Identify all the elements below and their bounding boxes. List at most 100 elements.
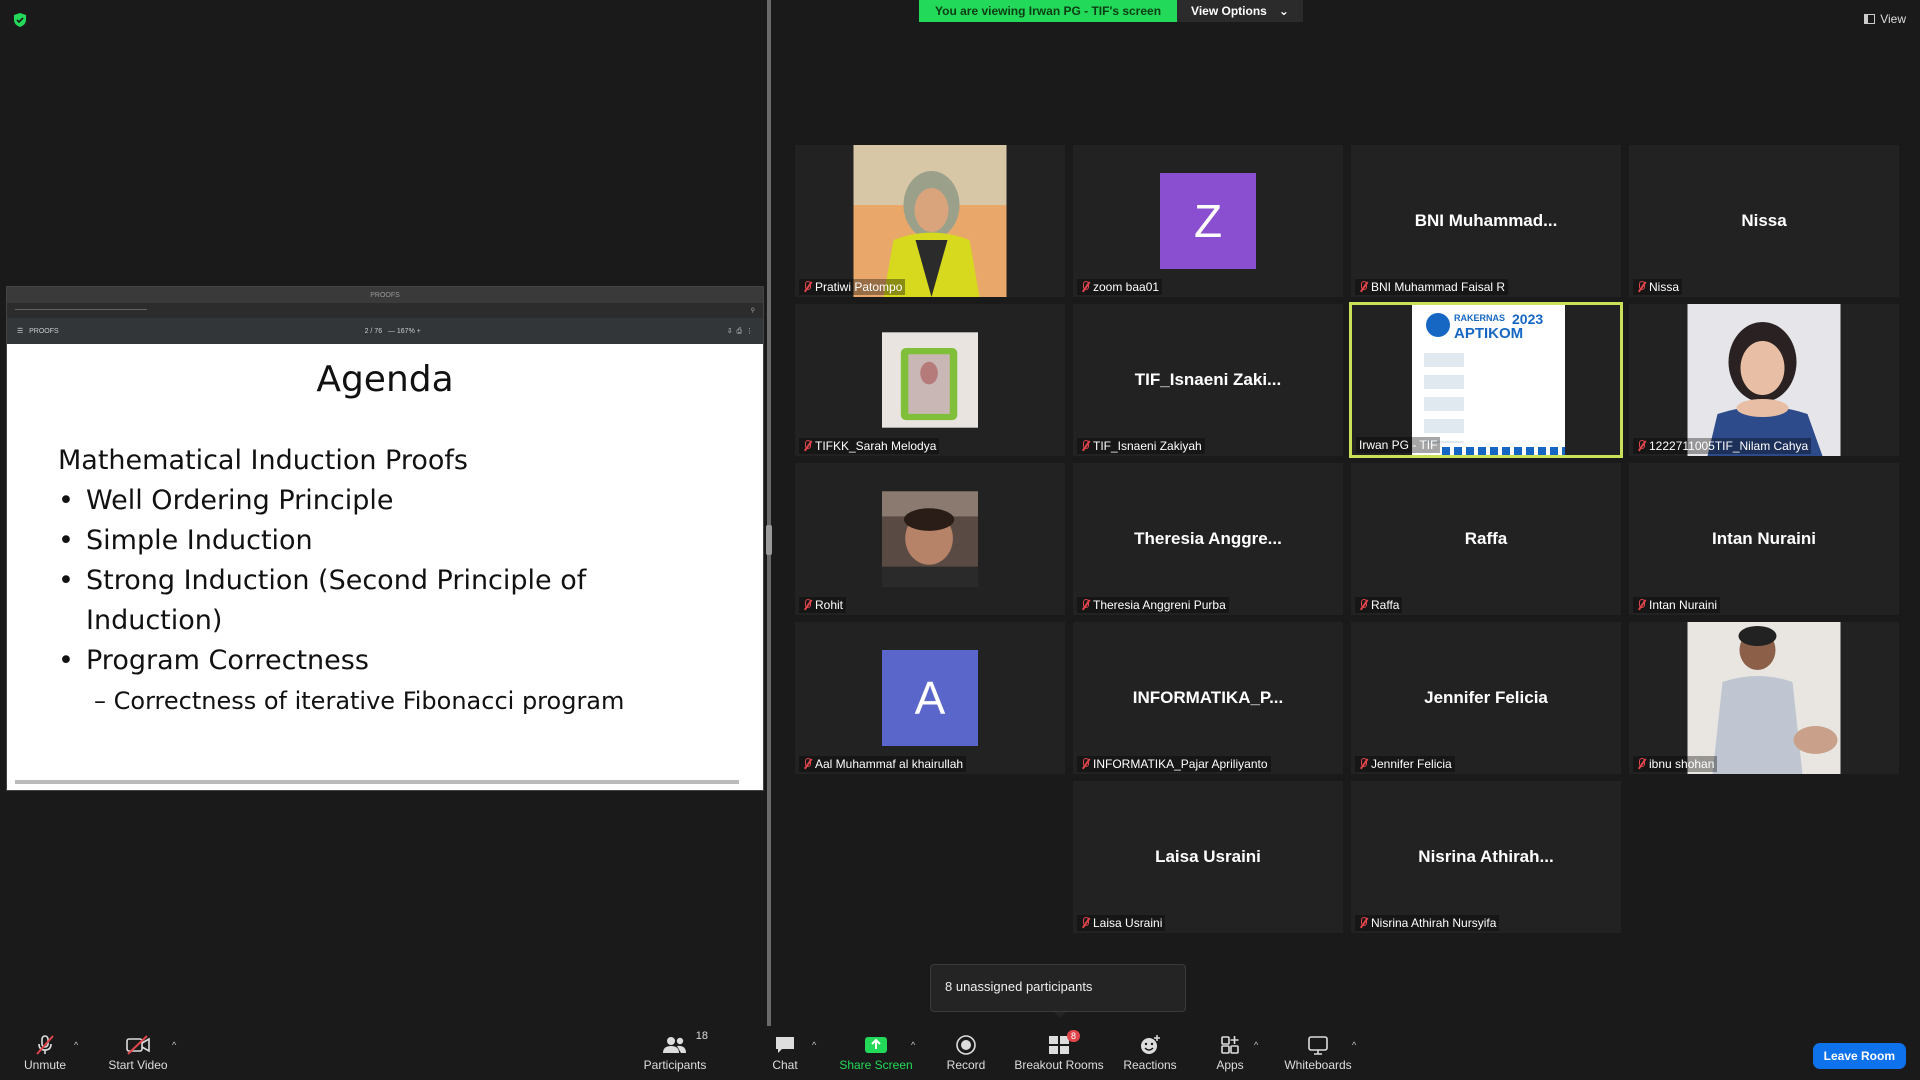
pdf-page-indicator: 2 / 76 [364, 327, 383, 335]
breakout-rooms-button[interactable]: 8 Breakout Rooms [1013, 1026, 1105, 1080]
share-options-caret-icon[interactable]: ^ [911, 1040, 915, 1050]
menu-icon: ☰ [17, 328, 24, 335]
view-options-button[interactable]: View Options ⌄ [1177, 0, 1303, 22]
participant-video [882, 332, 978, 428]
participant-tile[interactable]: 1222711005TIF_Nilam Cahya [1629, 304, 1899, 456]
breakout-rooms-badge: 8 [1066, 1030, 1080, 1042]
chat-label: Chat [772, 1058, 798, 1072]
pdf-filename: PROOFS [29, 328, 59, 335]
chat-button[interactable]: Chat [765, 1026, 805, 1080]
encryption-shield-icon[interactable] [12, 12, 28, 28]
participant-name-label: Nisrina Athirah Nursyifa [1355, 915, 1500, 931]
apps-button[interactable]: Apps [1212, 1026, 1248, 1080]
participant-tile[interactable]: INFORMATIKA_P... INFORMATIKA_Pajar April… [1073, 622, 1343, 774]
mic-muted-icon [1358, 758, 1368, 770]
shared-browser-titlebar: PROOFS [7, 287, 763, 303]
mic-muted-icon [802, 281, 812, 293]
slide-bullet-continuation: Induction) [86, 605, 223, 636]
start-video-label: Start Video [108, 1058, 168, 1072]
chat-icon [776, 1037, 794, 1053]
participant-tile[interactable]: Laisa Usraini Laisa Usraini [1073, 781, 1343, 933]
participant-video [1687, 304, 1841, 456]
participants-count: 18 [695, 1030, 708, 1042]
whiteboards-button[interactable]: Whiteboards [1282, 1026, 1354, 1080]
participant-tile[interactable]: A Aal Muhammaf al khairullah [795, 622, 1065, 774]
shared-screen: PROOFS —————————————————————— ⚲ ☰ PROOFS … [6, 286, 764, 791]
mic-muted-icon [1636, 599, 1646, 611]
view-button[interactable]: View [1864, 12, 1906, 26]
reactions-button[interactable]: Reactions [1122, 1026, 1178, 1080]
participant-tile[interactable]: Theresia Anggre... Theresia Anggreni Pur… [1073, 463, 1343, 615]
participant-video [1687, 622, 1841, 774]
participant-tile[interactable]: Raffa Raffa [1351, 463, 1621, 615]
participant-tile-active-speaker[interactable]: RAKERNAS 2023 APTIKOM Irwan PG - TIF [1349, 302, 1623, 458]
apps-options-caret-icon[interactable]: ^ [1254, 1040, 1258, 1050]
share-screen-button[interactable]: Share Screen [839, 1026, 913, 1080]
mic-muted-icon [1080, 281, 1090, 293]
viewing-banner: You are viewing Irwan PG - TIF's screen [919, 0, 1178, 22]
participants-label: Participants [643, 1058, 707, 1072]
participant-video [853, 145, 1007, 297]
participant-name-label: Aal Muhammaf al khairullah [799, 756, 967, 772]
participant-display-name: Jennifer Felicia [1424, 688, 1548, 707]
participant-name-label: Rohit [799, 597, 847, 613]
breakout-rooms-tooltip: 8 unassigned participants [930, 964, 1186, 1018]
apps-icon [1221, 1036, 1239, 1054]
participant-name-label: ibnu shohan [1633, 756, 1718, 772]
unmute-button[interactable]: Unmute [20, 1026, 70, 1080]
mic-off-icon [36, 1035, 54, 1055]
participant-tile[interactable]: Rohit [795, 463, 1065, 615]
apps-label: Apps [1216, 1058, 1244, 1072]
whiteboard-options-caret-icon[interactable]: ^ [1352, 1040, 1356, 1050]
participant-tile[interactable]: BNI Muhammad... BNI Muhammad Faisal R [1351, 145, 1621, 297]
participant-tile[interactable]: Nissa Nissa [1629, 145, 1899, 297]
participant-name-label: TIF_Isnaeni Zakiyah [1077, 438, 1205, 454]
mic-muted-icon [1358, 281, 1368, 293]
participant-tile[interactable]: Intan Nuraini Intan Nuraini [1629, 463, 1899, 615]
video-options-caret-icon[interactable]: ^ [172, 1040, 176, 1050]
shared-browser-addressbar: —————————————————————— ⚲ [7, 303, 763, 318]
share-screen-label: Share Screen [839, 1058, 913, 1072]
participant-tile[interactable]: ibnu shohan [1629, 622, 1899, 774]
mic-muted-icon [1358, 599, 1368, 611]
aptikom-logo-icon [1426, 313, 1450, 337]
breakout-rooms-label: Breakout Rooms [1014, 1058, 1104, 1072]
participant-name-label: 1222711005TIF_Nilam Cahya [1633, 438, 1812, 454]
participant-display-name: BNI Muhammad... [1414, 211, 1558, 230]
split-view-divider[interactable] [767, 0, 771, 1030]
participant-name-label: Intan Nuraini [1633, 597, 1721, 613]
leave-room-button[interactable]: Leave Room [1812, 1043, 1906, 1069]
mic-muted-icon [802, 599, 812, 611]
partner-logos [1424, 353, 1464, 443]
unmute-label: Unmute [23, 1058, 67, 1072]
pdf-horizontal-scrollbar[interactable] [15, 780, 739, 784]
view-options-label: View Options [1191, 4, 1267, 18]
audio-options-caret-icon[interactable]: ^ [74, 1040, 78, 1050]
slide-body: Mathematical Induction Proofs Well Order… [58, 441, 729, 721]
participant-name-label: Raffa [1355, 597, 1403, 613]
participant-tile[interactable]: TIFKK_Sarah Melodya [795, 304, 1065, 456]
participant-name-label: Laisa Usraini [1077, 915, 1166, 931]
participant-tile[interactable]: Pratiwi Patompo [795, 145, 1065, 297]
participant-name-label: zoom baa01 [1077, 279, 1163, 295]
slide-title: Agenda [316, 359, 454, 400]
record-button[interactable]: Record [945, 1026, 987, 1080]
participant-tile[interactable]: TIF_Isnaeni Zaki... TIF_Isnaeni Zakiyah [1073, 304, 1343, 456]
participant-name-label: Irwan PG - TIF [1356, 437, 1441, 453]
record-icon [956, 1035, 976, 1055]
logo-text: RAKERNAS [1454, 313, 1506, 323]
pdf-slide: Agenda Mathematical Induction Proofs Wel… [11, 345, 759, 786]
pdf-toolbar: ☰ PROOFS 2 / 76 — 167% + ⇩ ⎙ ⋮ [7, 318, 763, 344]
participants-icon [663, 1037, 686, 1053]
participant-tile[interactable]: Jennifer Felicia Jennifer Felicia [1351, 622, 1621, 774]
participant-tile[interactable]: Nisrina Athirah... Nisrina Athirah Nursy… [1351, 781, 1621, 933]
chat-options-caret-icon[interactable]: ^ [812, 1040, 816, 1050]
slide-sub-bullet: – Correctness of iterative Fibonacci pro… [94, 687, 625, 715]
divider-drag-handle[interactable] [766, 525, 772, 555]
start-video-button[interactable]: Start Video [105, 1026, 171, 1080]
participant-tile[interactable]: Z zoom baa01 [1073, 145, 1343, 297]
participant-avatar: A [882, 650, 978, 746]
reactions-icon [1141, 1035, 1160, 1054]
mic-muted-icon [1636, 281, 1646, 293]
participants-button[interactable]: 18 Participants [640, 1026, 710, 1080]
